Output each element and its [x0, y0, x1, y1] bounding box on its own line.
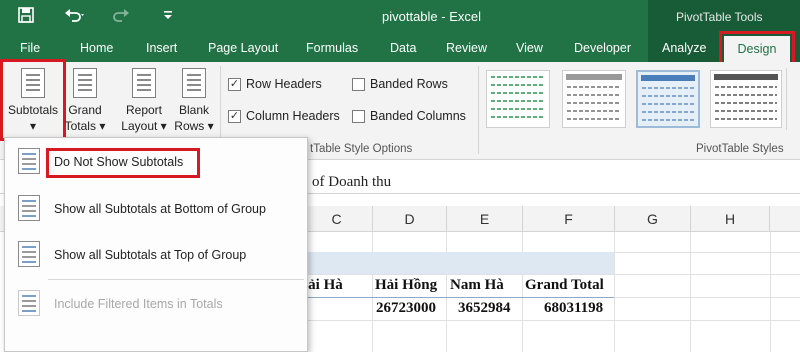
chevron-down-icon: ▾: [207, 119, 214, 133]
report-layout-label-2: Layout: [121, 119, 158, 133]
column-header-e[interactable]: E: [446, 206, 522, 232]
undo-icon[interactable]: [64, 7, 86, 29]
column-headers-label: Column Headers: [246, 109, 340, 123]
pivot-style-thumb[interactable]: [562, 70, 626, 128]
menu-item-subtotals-top[interactable]: Show all Subtotals at Top of Group: [54, 248, 246, 262]
subtotals-bottom-icon: [18, 195, 40, 221]
save-icon[interactable]: [18, 7, 34, 29]
tab-review[interactable]: Review: [446, 41, 487, 55]
banded-columns-checkbox[interactable]: [352, 110, 365, 123]
grid-line: [690, 232, 691, 352]
formula-bar-content: of Doanh thu: [312, 174, 392, 190]
grid-line: [446, 232, 447, 352]
group-separator: [478, 66, 479, 154]
tab-data[interactable]: Data: [390, 41, 416, 55]
report-layout-label-1: Report: [125, 103, 163, 117]
row-headers-checkbox[interactable]: ✓: [228, 78, 241, 91]
grid-line: [300, 320, 800, 321]
grid-line: [614, 232, 615, 352]
filter-totals-icon: [18, 290, 40, 316]
tab-insert[interactable]: Insert: [146, 41, 177, 55]
column-headers-checkbox[interactable]: ✓: [228, 110, 241, 123]
column-header-c[interactable]: C: [300, 206, 372, 232]
redo-icon[interactable]: [112, 7, 134, 29]
blank-rows-button[interactable]: Blank Rows ▾: [170, 68, 218, 134]
blank-rows-label-1: Blank: [178, 103, 210, 117]
grand-totals-button[interactable]: Grand Totals ▾: [62, 68, 108, 134]
banded-columns-label: Banded Columns: [370, 109, 466, 123]
grid-line: [372, 232, 373, 352]
pivot-col-header[interactable]: Grand Total: [525, 277, 604, 294]
banded-rows-label: Banded Rows: [370, 77, 448, 91]
banded-rows-checkbox[interactable]: [352, 78, 365, 91]
column-header-f[interactable]: F: [522, 206, 614, 232]
excel-window: pivottable - Excel PivotTable Tools File…: [0, 0, 800, 352]
menu-item-include-filtered: Include Filtered Items in Totals: [54, 297, 223, 311]
pivot-style-thumb[interactable]: [486, 70, 550, 128]
report-layout-icon: [132, 68, 156, 98]
pivot-col-header[interactable]: lải Hà: [304, 277, 343, 294]
pivot-header-underline: [300, 297, 614, 298]
pivot-col-header[interactable]: Nam Hà: [450, 277, 504, 294]
tab-home[interactable]: Home: [80, 41, 113, 55]
tab-page-layout[interactable]: Page Layout: [208, 41, 278, 55]
pivot-style-thumb[interactable]: [710, 70, 782, 128]
subtotals-highlight: [0, 59, 66, 141]
subtotals-top-icon: [18, 241, 40, 267]
pivot-cell[interactable]: 3652984: [458, 300, 511, 317]
pivot-cell[interactable]: 26723000: [376, 300, 436, 317]
blank-rows-icon: [182, 68, 206, 98]
column-header-h[interactable]: H: [690, 206, 770, 232]
contextual-group-label: PivotTable Tools: [676, 10, 763, 24]
tab-developer[interactable]: Developer: [574, 41, 631, 55]
tab-analyze[interactable]: Analyze: [662, 41, 706, 55]
tab-formulas[interactable]: Formulas: [306, 41, 358, 55]
do-not-show-highlight: [46, 148, 200, 178]
grid-line: [522, 232, 523, 352]
grand-totals-label-2: Totals: [64, 119, 96, 133]
grid-line: [770, 232, 771, 352]
grid-line: [300, 274, 800, 275]
grand-totals-label-1: Grand: [68, 103, 102, 117]
menu-item-subtotals-bottom[interactable]: Show all Subtotals at Bottom of Group: [54, 202, 266, 216]
menu-separator: [48, 279, 304, 280]
pivot-header-band: [300, 252, 614, 274]
no-subtotals-icon: [18, 148, 40, 174]
report-layout-button[interactable]: Report Layout ▾: [116, 68, 172, 134]
pivot-cell[interactable]: 68031198: [544, 300, 603, 317]
chevron-down-icon: ▾: [160, 119, 167, 133]
column-header-g[interactable]: G: [614, 206, 690, 232]
styles-gallery-scrollbar[interactable]: [786, 68, 798, 130]
column-header-d[interactable]: D: [372, 206, 446, 232]
customize-qat-icon[interactable]: [162, 7, 174, 29]
grand-totals-icon: [73, 68, 97, 98]
chevron-down-icon: ▾: [99, 119, 106, 133]
row-headers-label: Row Headers: [246, 77, 322, 91]
style-options-group-label: tTable Style Options: [310, 143, 413, 155]
pivot-col-header[interactable]: Hải Hồng: [375, 277, 437, 294]
pivot-styles-group-label: PivotTable Styles: [696, 143, 784, 155]
tab-view[interactable]: View: [516, 41, 543, 55]
pivot-style-thumb-selected[interactable]: [636, 70, 700, 128]
blank-rows-label-2: Rows: [174, 119, 205, 133]
tab-file[interactable]: File: [20, 41, 40, 55]
window-title: pivottable - Excel: [382, 9, 481, 24]
